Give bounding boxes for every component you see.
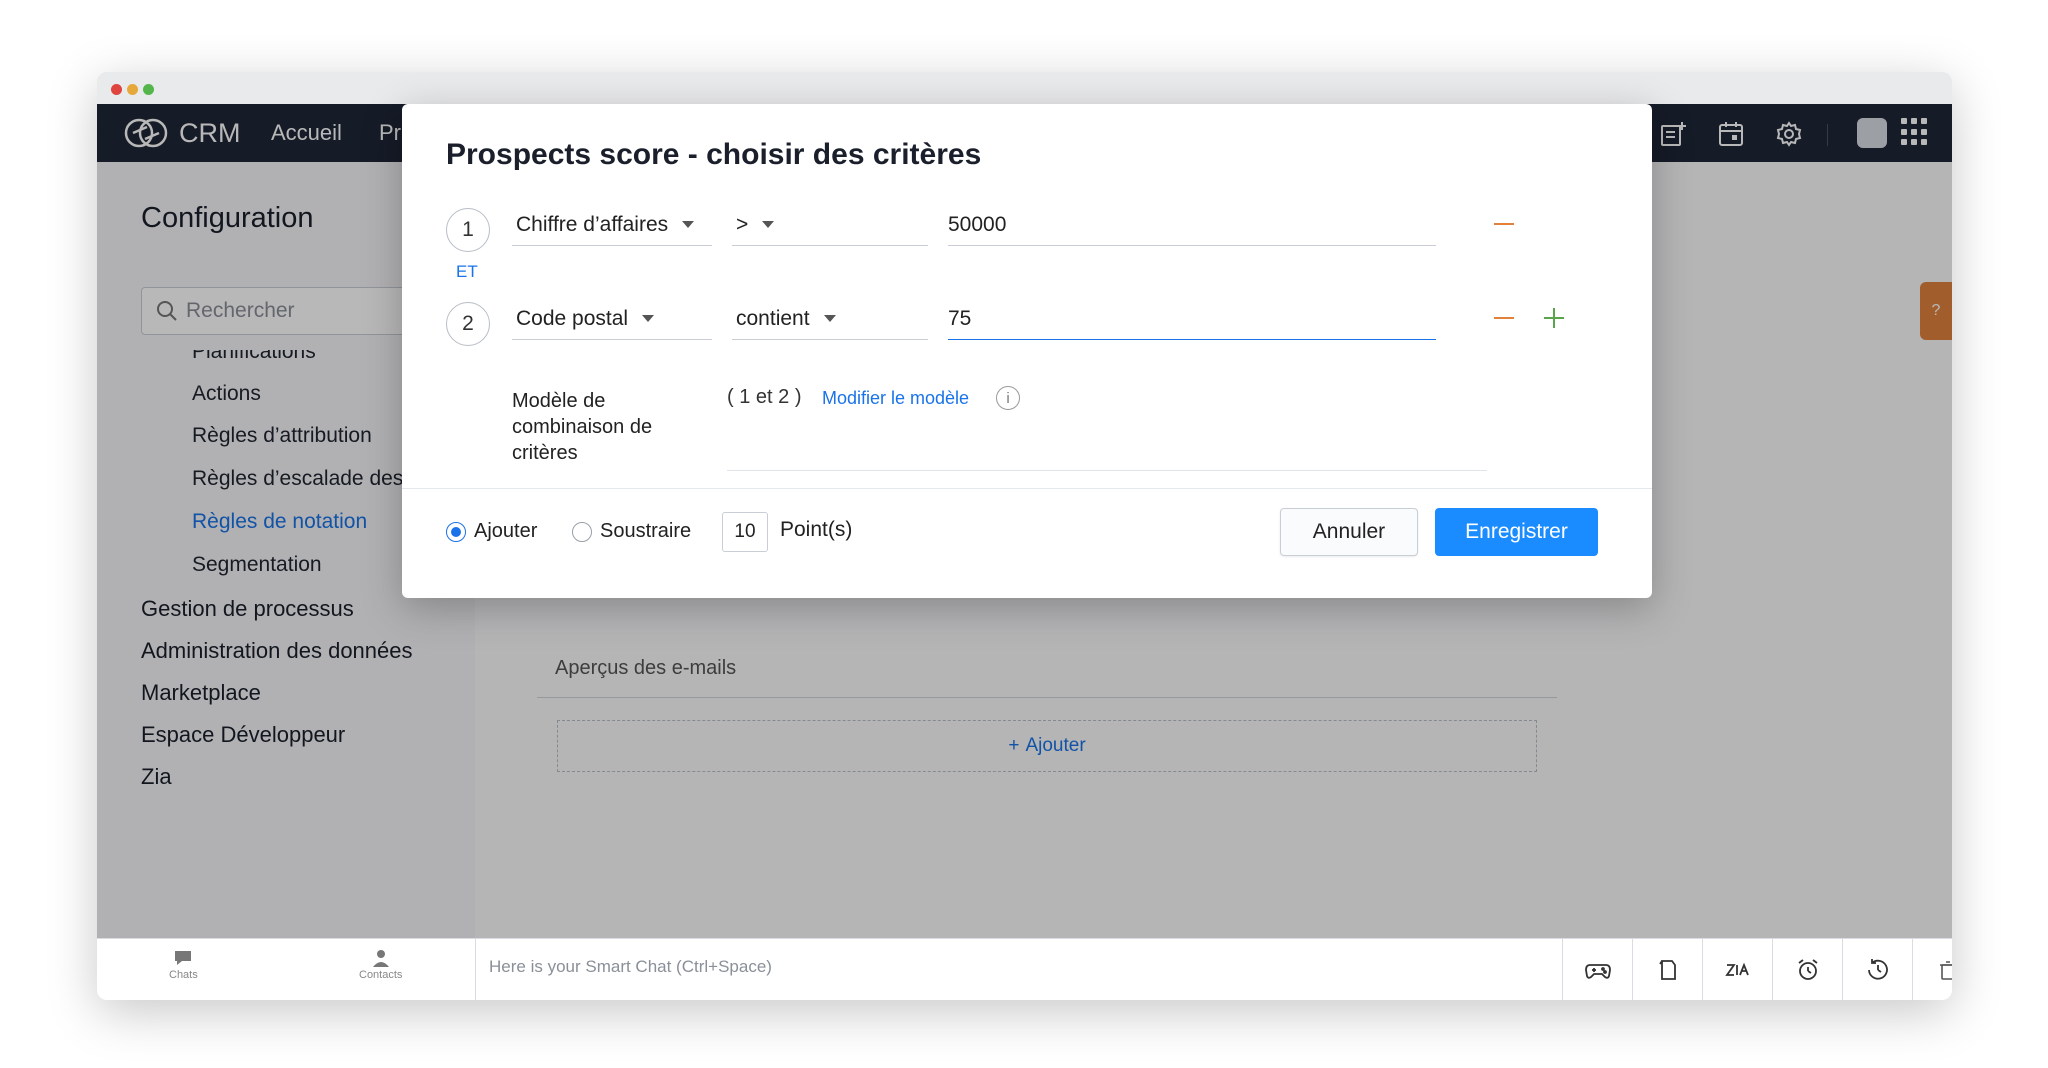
edit-pattern-link[interactable]: Modifier le modèle (822, 388, 969, 409)
criterion-2-operator-select[interactable]: contient (732, 298, 928, 340)
radio-add[interactable] (446, 521, 466, 542)
criterion-number-2: 2 (446, 302, 490, 346)
maximize-window-button[interactable] (143, 84, 154, 95)
gamepad-icon[interactable] (1562, 939, 1632, 1000)
contacts-button[interactable]: Contacts (359, 947, 402, 981)
remove-criterion-1-button[interactable] (1492, 212, 1516, 236)
add-criterion-button[interactable] (1542, 306, 1566, 330)
chevron-down-icon (682, 221, 695, 228)
points-field[interactable] (722, 512, 768, 552)
radio-add-label: Ajouter (474, 520, 538, 542)
remove-criterion-2-button[interactable] (1492, 306, 1516, 330)
contacts-icon (372, 950, 389, 967)
minimize-window-button[interactable] (127, 84, 138, 95)
chat-bubble-icon (175, 951, 192, 965)
smart-chat-input[interactable]: Here is your Smart Chat (Ctrl+Space) (489, 957, 772, 977)
points-input[interactable] (723, 513, 767, 551)
chevron-down-icon (823, 315, 836, 322)
criteria-connector: ET (456, 262, 478, 281)
bottom-bar: Chats Contacts Here is your Smart Chat (… (97, 938, 1952, 1000)
criterion-2-operator-value: contient (736, 306, 810, 330)
chats-button[interactable]: Chats (169, 947, 198, 981)
criterion-1-operator-select[interactable]: > (732, 204, 928, 246)
criterion-1-field-select[interactable]: Chiffre d’affaires (512, 204, 712, 246)
pattern-value: ( 1 et 2 ) (727, 386, 802, 408)
criterion-2-value-field[interactable] (948, 298, 1436, 340)
pattern-divider (727, 470, 1487, 471)
alarm-clock-icon[interactable] (1772, 939, 1842, 1000)
criterion-2-field-select[interactable]: Code postal (512, 298, 712, 340)
zia-icon[interactable] (1702, 939, 1772, 1000)
close-window-button[interactable] (111, 84, 122, 95)
trash-icon[interactable] (1912, 939, 1952, 1000)
radio-add-option[interactable]: Ajouter (446, 520, 537, 543)
chevron-down-icon (762, 221, 775, 228)
criterion-1-field-value: Chiffre d’affaires (516, 212, 669, 236)
radio-subtract-option[interactable]: Soustraire (572, 520, 691, 543)
chevron-down-icon (642, 315, 655, 322)
radio-subtract-label: Soustraire (600, 520, 692, 542)
criterion-1-operator-value: > (736, 212, 749, 236)
modal-footer-divider (402, 488, 1652, 489)
window-titlebar (97, 72, 1952, 104)
criterion-1-value-field[interactable] (948, 204, 1436, 246)
criterion-2-field-value: Code postal (516, 306, 629, 330)
contacts-label: Contacts (359, 969, 403, 981)
save-button[interactable]: Enregistrer (1435, 508, 1598, 556)
points-label: Point(s) (780, 518, 853, 541)
bottom-divider (475, 939, 476, 1000)
pattern-label: Modèle de combinaison de critères (512, 390, 653, 464)
modal-title: Prospects score - choisir des critères (446, 138, 982, 171)
chats-label: Chats (169, 969, 198, 981)
cancel-button[interactable]: Annuler (1280, 508, 1418, 556)
criterion-number-1: 1 (446, 208, 490, 252)
info-icon[interactable]: i (996, 386, 1020, 410)
criterion-1-value-input[interactable] (948, 204, 1436, 245)
criterion-2-value-input[interactable] (948, 298, 1436, 339)
history-icon[interactable] (1842, 939, 1912, 1000)
criteria-modal: Prospects score - choisir des critères 1… (402, 104, 1652, 598)
radio-subtract[interactable] (572, 521, 592, 542)
notes-icon[interactable] (1632, 939, 1702, 1000)
